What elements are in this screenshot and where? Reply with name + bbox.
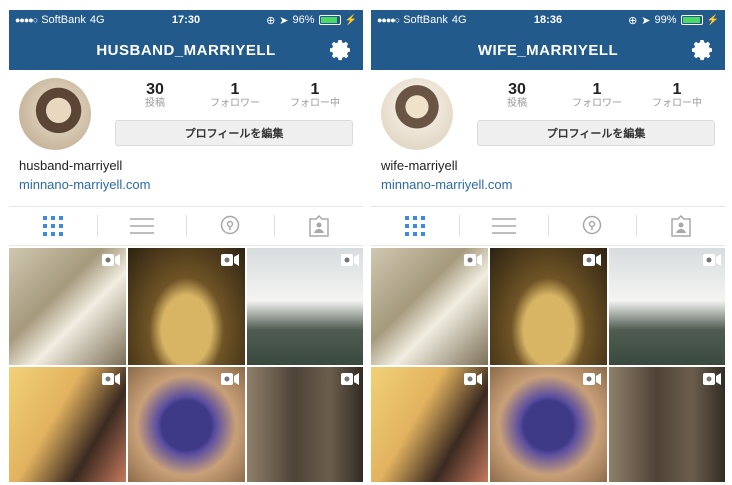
profile-stats: 30 投稿 1 フォロワー 1 フォロー中 [477,81,717,110]
gear-icon[interactable] [329,38,353,62]
avatar[interactable] [381,78,453,150]
post-thumbnail[interactable] [490,248,607,365]
video-camera-icon [102,254,120,266]
post-thumbnail[interactable] [371,367,488,482]
stat-following[interactable]: 1 フォロー中 [275,81,355,110]
post-thumbnail[interactable] [371,248,488,365]
location-icon [221,215,240,235]
stat-followers[interactable]: 1 フォロワー [557,81,637,110]
stat-followers[interactable]: 1 フォロワー [195,81,275,110]
avatar[interactable] [19,78,91,150]
video-camera-icon [221,254,239,266]
video-camera-icon [583,254,601,266]
posts-label: 投稿 [507,98,527,109]
location-icon [583,215,602,235]
following-label: フォロー中 [290,98,340,109]
profile-name: husband-marriyell [19,158,123,173]
video-camera-icon [221,373,239,385]
profile-stats: 30 投稿 1 フォロワー 1 フォロー中 [115,81,355,110]
tab-list[interactable] [460,215,549,237]
clock: 18:36 [533,14,563,26]
list-icon [491,218,516,234]
tab-tagged[interactable] [637,215,725,237]
followers-count: 1 [230,81,240,98]
video-camera-icon [464,373,482,385]
tab-location[interactable] [187,215,276,237]
stat-following[interactable]: 1 フォロー中 [637,81,717,110]
video-camera-icon [583,373,601,385]
video-camera-icon [341,373,359,385]
post-thumbnail[interactable] [609,248,725,365]
clock: 17:30 [171,14,201,26]
gear-icon[interactable] [691,38,715,62]
post-thumbnail[interactable] [247,367,363,482]
post-thumbnail[interactable] [490,367,607,482]
status-bar: ●●●●○ SoftBank 4G 18:36 ⊕ ➤ 99% ⚡ [371,10,725,30]
following-count: 1 [310,81,320,98]
post-thumbnail[interactable] [247,248,363,365]
grid-icon [404,216,425,236]
followers-label: フォロワー [572,98,622,109]
tagged-icon [671,215,691,237]
video-camera-icon [102,373,120,385]
profile-header: 30 投稿 1 フォロワー 1 フォロー中 プロフィールを編集 [9,70,363,150]
navigation-bar: WIFE_MARRIYELL [371,30,725,70]
grid-icon [42,216,63,236]
tab-list[interactable] [98,215,187,237]
post-grid [9,248,363,482]
post-thumbnail[interactable] [9,367,126,482]
tab-grid[interactable] [9,215,98,237]
following-count: 1 [672,81,682,98]
post-thumbnail[interactable] [9,248,126,365]
post-grid [371,248,725,482]
profile-bio: wife-marriyell minnano-marriyell.com [371,148,725,200]
list-icon [129,218,154,234]
profile-bio: husband-marriyell minnano-marriyell.com [9,148,363,200]
profile-view-tabs [371,206,725,246]
page-title: HUSBAND_MARRIYELL [96,41,276,59]
video-camera-icon [341,254,359,266]
tagged-icon [309,215,329,237]
status-bar: ●●●●○ SoftBank 4G 17:30 ⊕ ➤ 96% ⚡ [9,10,363,30]
posts-count: 30 [146,81,164,98]
battery-icon [680,15,703,25]
profile-website-link[interactable]: minnano-marriyell.com [381,175,715,194]
battery-icon [318,15,341,25]
posts-count: 30 [508,81,526,98]
profile-website-link[interactable]: minnano-marriyell.com [19,175,353,194]
phone-screen-wife: ●●●●○ SoftBank 4G 18:36 ⊕ ➤ 99% ⚡ WIFE_M… [371,10,725,482]
post-thumbnail[interactable] [609,367,725,482]
video-camera-icon [464,254,482,266]
stat-posts: 30 投稿 [477,81,557,110]
edit-profile-button[interactable]: プロフィールを編集 [477,120,715,146]
page-title: WIFE_MARRIYELL [477,41,619,59]
video-camera-icon [703,373,721,385]
post-thumbnail[interactable] [128,367,245,482]
stat-posts: 30 投稿 [115,81,195,110]
video-camera-icon [703,254,721,266]
tab-tagged[interactable] [275,215,363,237]
post-thumbnail[interactable] [128,248,245,365]
phone-screen-husband: ●●●●○ SoftBank 4G 17:30 ⊕ ➤ 96% ⚡ HUSBAN… [9,10,363,482]
profile-header: 30 投稿 1 フォロワー 1 フォロー中 プロフィールを編集 [371,70,725,150]
followers-count: 1 [592,81,602,98]
posts-label: 投稿 [145,98,165,109]
navigation-bar: HUSBAND_MARRIYELL [9,30,363,70]
profile-view-tabs [9,206,363,246]
tab-grid[interactable] [371,215,460,237]
following-label: フォロー中 [652,98,702,109]
edit-profile-button[interactable]: プロフィールを編集 [115,120,353,146]
tab-location[interactable] [549,215,638,237]
followers-label: フォロワー [210,98,260,109]
profile-name: wife-marriyell [381,158,458,173]
